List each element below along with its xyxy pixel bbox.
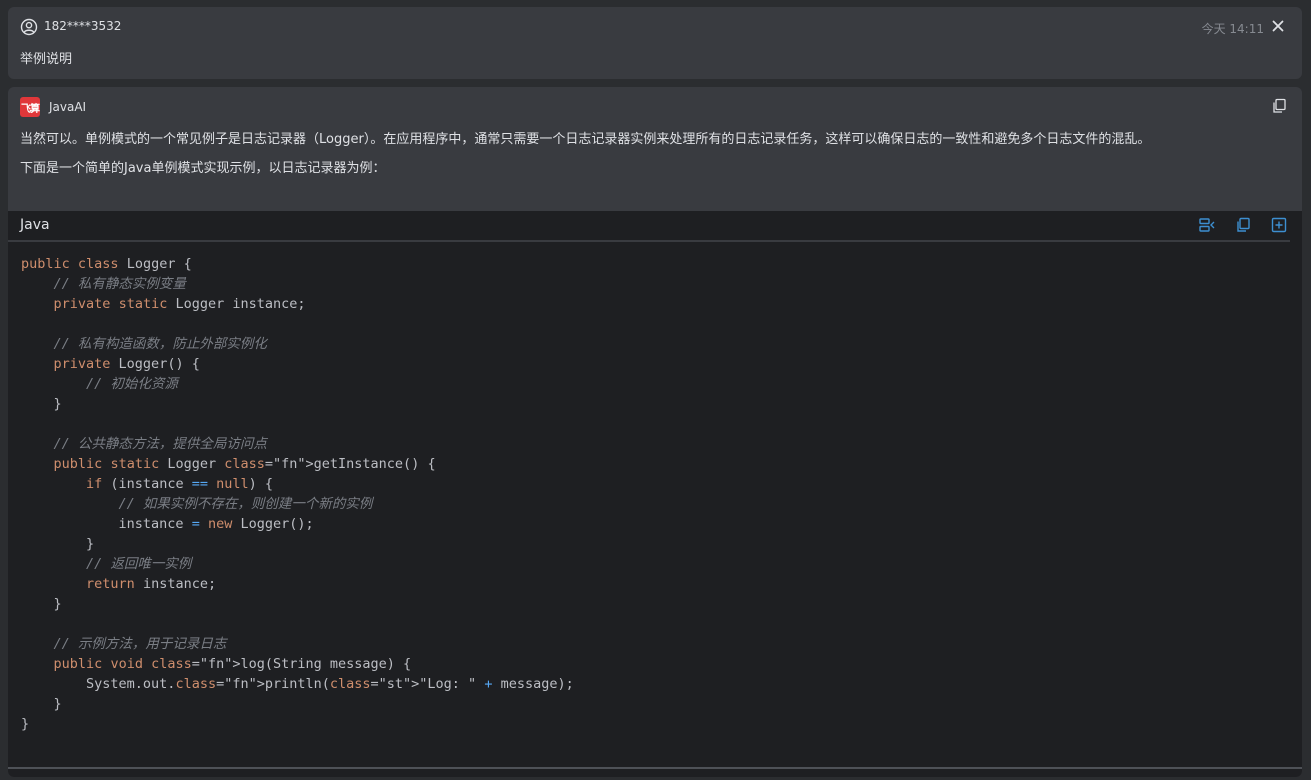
code-line-text: public static Logger class="fn">getInsta… [53, 456, 436, 472]
user-circle-icon [20, 18, 38, 36]
code-line-text: } [21, 716, 30, 732]
code-comment: // 如果实例不存在，则创建一个新的实例 [21, 496, 373, 512]
code-line-text: } [21, 596, 62, 612]
ai-response-paragraph: 下面是一个简单的Java单例模式实现示例，以日志记录器为例： [20, 161, 386, 176]
code-language-label: Java [20, 217, 50, 233]
new-file-icon[interactable] [1270, 216, 1288, 234]
code-line-text: public class Logger { [21, 256, 192, 272]
code-comment: // 私有静态实例变量 [21, 276, 186, 292]
divider [8, 767, 1302, 769]
code-line-text: public void class="fn">log(String messag… [53, 656, 412, 672]
user-message-card: 182****3532 今天 14:11 举例说明 [8, 7, 1302, 79]
code-line-text: } [21, 536, 95, 552]
copy-icon[interactable] [1270, 97, 1288, 115]
code-comment: // 私有构造函数，防止外部实例化 [21, 336, 267, 352]
insert-at-cursor-icon[interactable] [1198, 216, 1216, 234]
code-line-text: System.out.class="fn">println(class="st"… [21, 676, 574, 692]
user-message-text: 举例说明 [20, 52, 73, 67]
username: 182****3532 [44, 19, 122, 33]
message-timestamp: 今天 14:11 [1201, 22, 1264, 36]
code-comment: // 示例方法，用于记录日志 [21, 636, 227, 652]
javaai-logo: 飞算 [20, 97, 40, 117]
code-block: Java public class Logger { // 私有静态实例变量 p… [8, 211, 1302, 777]
code-line-text: instance = new Logger(); [21, 516, 314, 532]
code-block-header: Java [8, 211, 1290, 242]
code-line-text: private Logger() { [53, 356, 200, 372]
code-comment: // 初始化资源 [21, 376, 178, 392]
code-line-text: } [21, 696, 62, 712]
ai-response-paragraph: 当然可以。单例模式的一个常见例子是日志记录器（Logger）。在应用程序中，通常… [20, 132, 1151, 147]
code-comment: // 返回唯一实例 [21, 556, 192, 572]
ai-message-card: 飞算 JavaAI 当然可以。单例模式的一个常见例子是日志记录器（Logger）… [8, 87, 1302, 777]
code-line-text: if (instance == null) { [86, 476, 274, 492]
code-content: public class Logger { // 私有静态实例变量 privat… [21, 254, 574, 734]
code-comment: // 公共静态方法，提供全局访问点 [21, 436, 267, 452]
code-line-text: } [21, 396, 62, 412]
assistant-name: JavaAI [49, 100, 87, 114]
copy-code-icon[interactable] [1234, 216, 1252, 234]
code-line-text: private static Logger instance; [53, 296, 306, 312]
code-line: public class Logger { [21, 256, 192, 272]
code-line-text: return instance; [86, 576, 217, 592]
close-icon[interactable] [1268, 16, 1288, 36]
